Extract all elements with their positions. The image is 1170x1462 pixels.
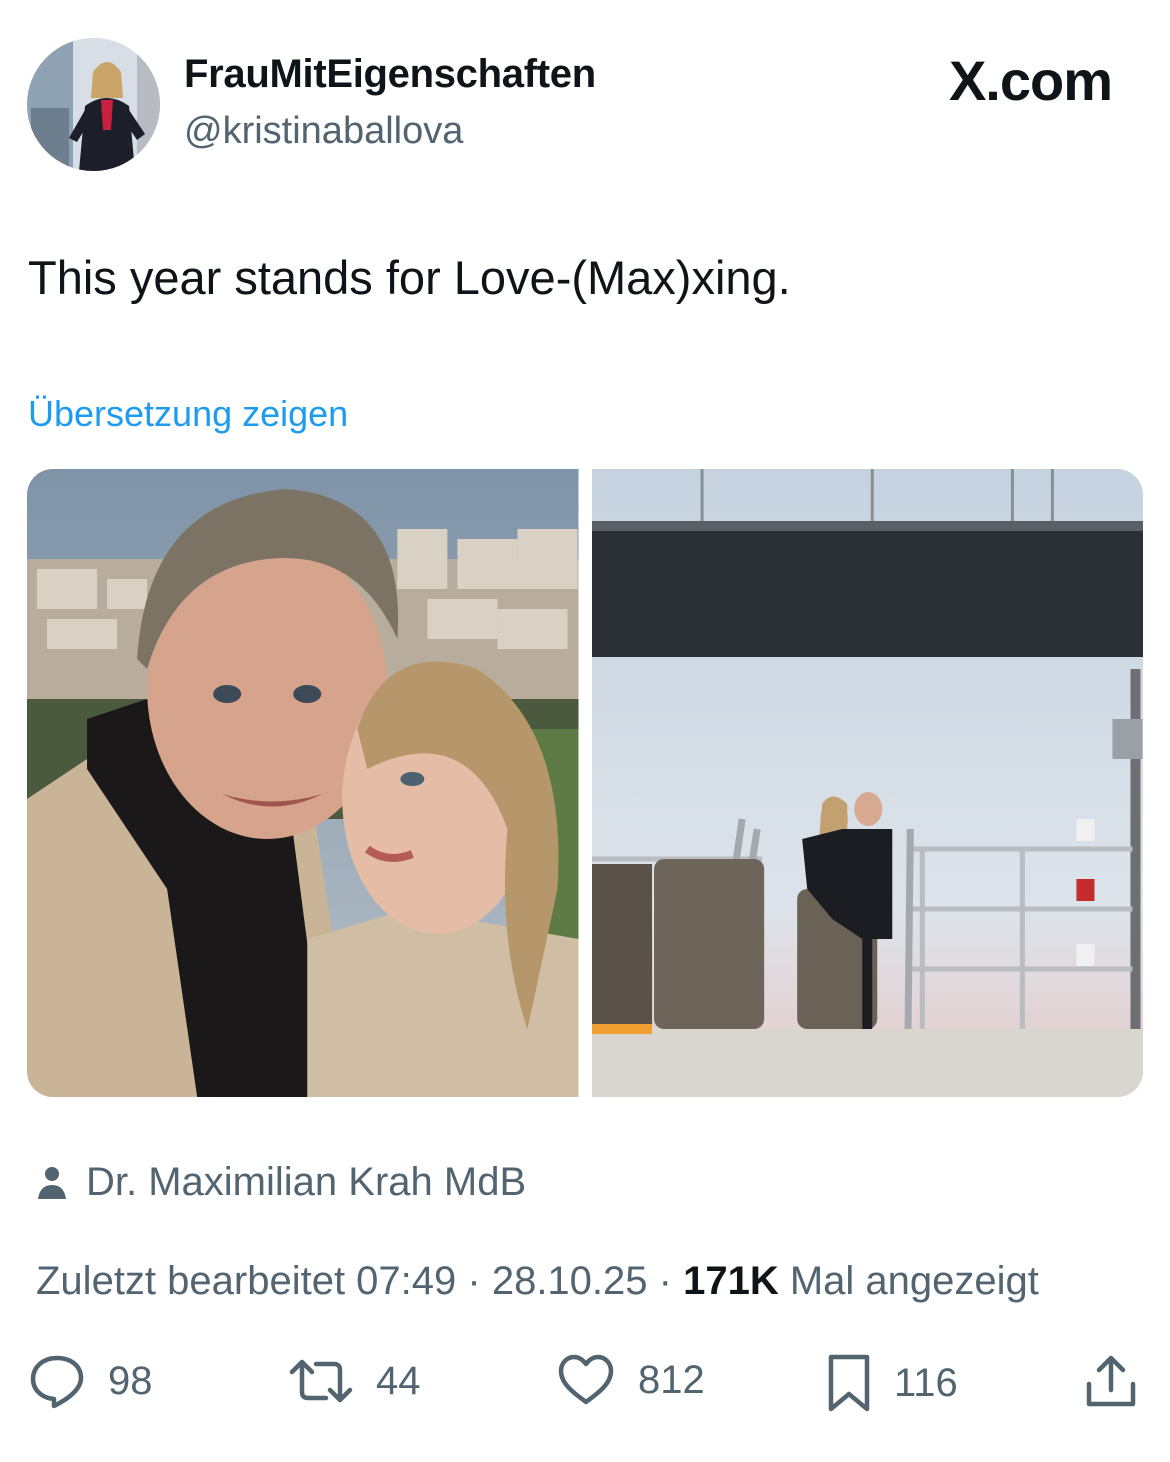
share-icon (1086, 1355, 1136, 1407)
tagged-user-name[interactable]: Dr. Maximilian Krah MdB (86, 1160, 526, 1205)
selfie-photo-icon (27, 469, 579, 1097)
repost-count: 44 (376, 1358, 421, 1403)
tagged-user-row[interactable]: Dr. Maximilian Krah MdB (36, 1160, 526, 1205)
tweet-text: This year stands for Love-(Max)xing. (28, 251, 791, 304)
bookmark-count: 116 (894, 1360, 958, 1405)
author-display-name[interactable]: FrauMitEigenschaften (184, 52, 596, 97)
tweet-action-bar: 98 44 812 116 (28, 1352, 1142, 1422)
meta-separator: · (658, 1259, 672, 1303)
author-handle[interactable]: @kristinaballova (184, 110, 463, 153)
repost-icon (289, 1359, 353, 1403)
reply-icon (30, 1355, 84, 1409)
share-button[interactable] (1084, 1352, 1138, 1410)
tweet-meta: Zuletzt bearbeitet 07:49 · 28.10.25 · 17… (36, 1259, 1039, 1304)
author-avatar[interactable] (27, 38, 160, 171)
person-icon (38, 1166, 66, 1199)
bookmark-button[interactable]: 116 (826, 1352, 958, 1414)
tweet-photo-1[interactable] (27, 469, 579, 1097)
reply-count: 98 (108, 1358, 153, 1403)
avatar-photo-icon (27, 38, 160, 171)
views-count: 171K (683, 1259, 779, 1303)
like-button[interactable]: 812 (556, 1352, 705, 1408)
edited-timestamp[interactable]: Zuletzt bearbeitet 07:49 · 28.10.25 (36, 1259, 648, 1303)
repost-button[interactable]: 44 (288, 1352, 421, 1410)
tweet-media-grid (27, 469, 1143, 1097)
bookmark-icon (828, 1354, 870, 1412)
show-translation-link[interactable]: Übersetzung zeigen (28, 393, 348, 435)
tweet-photo-2[interactable] (591, 469, 1143, 1097)
like-count: 812 (638, 1357, 705, 1402)
views-label: Mal angezeigt (789, 1259, 1039, 1303)
reply-button[interactable]: 98 (28, 1352, 153, 1410)
boat-under-bridge-photo-icon (591, 469, 1143, 1097)
heart-icon (558, 1354, 614, 1405)
x-logo: X.com (948, 49, 1113, 112)
